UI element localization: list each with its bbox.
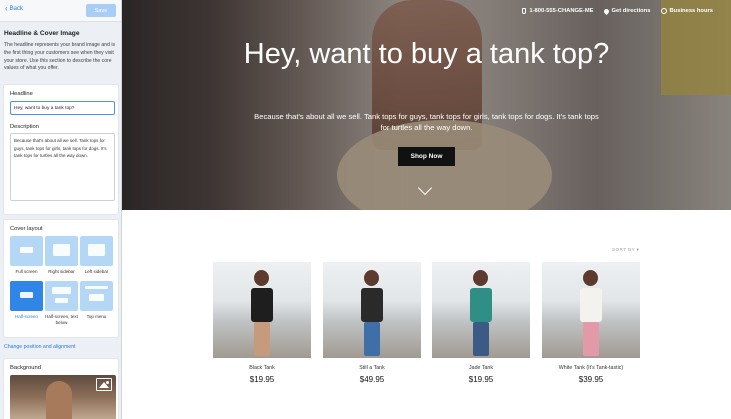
- hero-description: Because that's about all we sell. Tank t…: [254, 112, 599, 133]
- product-card[interactable]: Black Tank $19.95: [213, 262, 311, 384]
- layout-block-shape: [20, 247, 33, 253]
- background-label: Background: [10, 365, 41, 371]
- section-title: Headline & Cover Image: [4, 30, 80, 37]
- layout-block-shape: [85, 286, 108, 289]
- layout-option-top-menu[interactable]: Top menu: [80, 281, 113, 325]
- product-card[interactable]: Jade Tank $19.95: [432, 262, 530, 384]
- product-name: White Tank (It's Tank-tastic): [558, 365, 624, 371]
- product-name: Jade Tank: [468, 365, 494, 371]
- product-price: $19.95: [249, 375, 275, 384]
- layout-block-shape: [53, 244, 70, 256]
- hero-cover: 1-800-555-CHANGE-ME Get directions Busin…: [122, 0, 731, 210]
- cover-layout-grid: Full screen Right sidebar Left sidebar H…: [10, 236, 113, 325]
- model-legs: [583, 322, 599, 356]
- tank-top-shape: [470, 288, 492, 322]
- phone-number: 1-800-555-CHANGE-ME: [529, 8, 594, 14]
- product-image: [213, 262, 311, 358]
- background-image-thumbnail[interactable]: [10, 375, 116, 419]
- layout-block-shape: [55, 298, 68, 303]
- tank-top-shape: [251, 288, 273, 322]
- layout-option-half-screen-text-below[interactable]: Half-screen, text below: [45, 281, 78, 325]
- hero-headline: Hey, want to buy a tank top?: [243, 38, 610, 70]
- layout-option-label: Left sidebar: [84, 269, 109, 274]
- directions-link[interactable]: Get directions: [602, 7, 651, 15]
- product-price: $19.95: [468, 375, 494, 384]
- product-price: $39.95: [578, 375, 604, 384]
- product-card[interactable]: Still a Tank $49.95: [323, 262, 421, 384]
- model-legs: [473, 322, 489, 356]
- product-image: [323, 262, 421, 358]
- model-legs: [364, 322, 380, 356]
- headline-card: Headline Hey, want to buy a tank top? De…: [3, 84, 119, 215]
- model-head: [254, 270, 269, 286]
- settings-sidebar: ‹ Back Save Headline & Cover Image The h…: [0, 0, 122, 419]
- save-button[interactable]: Save: [86, 4, 116, 17]
- product-model: [578, 270, 604, 356]
- product-name: Still a Tank: [359, 365, 385, 371]
- model-head: [364, 270, 379, 286]
- sort-by-dropdown[interactable]: SORT BY ▾: [612, 248, 639, 253]
- hero-top-nav: 1-800-555-CHANGE-ME Get directions Busin…: [522, 7, 714, 15]
- change-position-link[interactable]: Change position and alignment: [4, 344, 76, 350]
- layout-full-screen-thumbnail: [10, 236, 43, 266]
- clock-icon: [660, 8, 667, 14]
- layout-option-label: Half-screen, text below: [45, 314, 78, 325]
- cover-layout-label: Cover layout: [10, 226, 43, 232]
- section-description: The headline represents your brand image…: [4, 42, 115, 72]
- product-image: [542, 262, 640, 358]
- shop-now-button[interactable]: Shop Now: [398, 147, 455, 166]
- background-card: Background: [3, 358, 119, 419]
- layout-block-shape: [52, 287, 71, 294]
- layout-half-screen-text-below-thumbnail: [45, 281, 78, 311]
- layout-right-sidebar-thumbnail: [45, 236, 78, 266]
- layout-half-screen-thumbnail: [10, 281, 43, 311]
- model-head: [473, 270, 488, 286]
- product-price: $49.95: [359, 375, 385, 384]
- product-card[interactable]: White Tank (It's Tank-tastic) $39.95: [542, 262, 640, 384]
- sidebar-toolbar: ‹ Back Save: [0, 0, 121, 22]
- layout-option-left-sidebar[interactable]: Left sidebar: [80, 236, 113, 280]
- description-label: Description: [10, 124, 39, 130]
- layout-block-shape: [88, 244, 105, 256]
- description-textarea[interactable]: Because that's about all we sell. Tank t…: [10, 133, 115, 201]
- headline-input[interactable]: Hey, want to buy a tank top?: [10, 101, 115, 115]
- directions-label: Get directions: [611, 8, 651, 14]
- tank-top-shape: [361, 288, 383, 322]
- product-name: Black Tank: [249, 365, 275, 371]
- tank-top-shape: [580, 288, 602, 322]
- chevron-left-icon: ‹: [5, 4, 8, 13]
- business-hours-label: Business hours: [669, 8, 714, 14]
- image-icon[interactable]: [96, 378, 112, 391]
- back-button-label: Back: [9, 6, 24, 12]
- layout-option-label: Full screen: [15, 269, 38, 274]
- headline-label: Headline: [10, 91, 33, 97]
- layout-block-shape: [89, 294, 104, 301]
- location-pin-icon: [602, 7, 610, 15]
- layout-option-full-screen[interactable]: Full screen: [10, 236, 43, 280]
- hero-overlay: [122, 0, 731, 210]
- product-model: [468, 270, 494, 356]
- layout-option-label: Half-screen: [14, 314, 38, 319]
- product-model: [359, 270, 385, 356]
- back-button[interactable]: ‹ Back: [5, 4, 24, 13]
- layout-option-right-sidebar[interactable]: Right sidebar: [45, 236, 78, 280]
- layout-block-shape: [20, 292, 33, 298]
- business-hours-link[interactable]: Business hours: [660, 8, 714, 14]
- layout-option-label: Right sidebar: [48, 269, 75, 274]
- product-model: [249, 270, 275, 356]
- model-head: [583, 270, 598, 286]
- model-legs: [254, 322, 270, 356]
- layout-left-sidebar-thumbnail: [80, 236, 113, 266]
- background-figure: [46, 381, 72, 419]
- cover-layout-card: Cover layout Full screen Right sidebar L…: [3, 219, 119, 338]
- phone-link[interactable]: 1-800-555-CHANGE-ME: [522, 8, 594, 14]
- product-image: [432, 262, 530, 358]
- layout-option-half-screen[interactable]: Half-screen: [10, 281, 43, 325]
- phone-icon: [522, 8, 527, 14]
- layout-option-label: Top menu: [86, 314, 107, 319]
- layout-top-menu-thumbnail: [80, 281, 113, 311]
